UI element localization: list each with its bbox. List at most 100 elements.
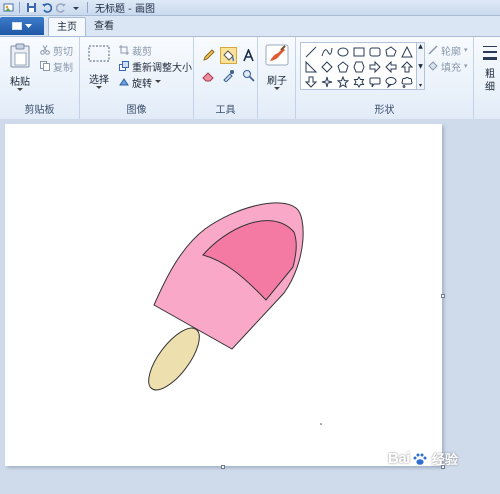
paw-logo-icon — [412, 452, 427, 466]
select-label: 选择 — [89, 75, 109, 86]
redo-icon[interactable] — [55, 2, 67, 14]
arrow-down-icon — [304, 76, 317, 88]
rounded-rect-shape[interactable] — [367, 44, 382, 59]
fill-label: 填充 — [441, 62, 461, 74]
rotate-button[interactable]: 旋转 — [119, 75, 161, 90]
arrow-right-shape[interactable] — [367, 59, 382, 74]
line-shape[interactable] — [303, 44, 318, 59]
clipboard-group-label: 剪贴板 — [24, 105, 55, 116]
title-separator — [19, 2, 20, 13]
watermark-brand: Bai — [388, 450, 410, 467]
magnifier-tool[interactable] — [240, 67, 257, 84]
callout-oval-shape[interactable] — [383, 74, 398, 89]
shapes-group: ▲ ▼ ▾ 轮廓 ▾ 填充 ▾ 形状 — [296, 37, 474, 119]
fill-icon — [223, 50, 235, 62]
eraser-icon — [202, 72, 214, 82]
star6-shape[interactable] — [351, 74, 366, 89]
rounded-rectangle-icon — [369, 47, 380, 56]
right-triangle-icon — [305, 60, 317, 72]
tools-group: 工具 — [194, 37, 258, 119]
tools-group-label: 工具 — [215, 105, 236, 116]
pencil-icon — [203, 49, 215, 61]
brush-icon — [265, 44, 289, 66]
pentagon-icon — [336, 60, 349, 72]
oval-shape[interactable] — [335, 44, 350, 59]
size-label: 粗细 — [485, 69, 495, 93]
outline-icon — [428, 45, 438, 55]
brushes-group: 刷子 — [258, 37, 296, 119]
callout-rounded-shape[interactable] — [367, 74, 382, 89]
file-menu-button[interactable] — [0, 17, 44, 35]
cloud-callout-icon — [401, 76, 412, 88]
hexagon-shape[interactable] — [351, 59, 366, 74]
star4-shape[interactable] — [319, 74, 334, 89]
cut-label: 剪切 — [53, 46, 73, 58]
paste-button[interactable]: 粘贴 — [6, 43, 34, 92]
tab-view[interactable]: 查看 — [86, 17, 122, 36]
chevron-down-icon — [96, 86, 102, 89]
paste-label: 粘贴 — [10, 77, 30, 88]
arrow-left-shape[interactable] — [383, 59, 398, 74]
image-group: 选择 裁剪 重新调整大小 旋转 图像 — [80, 37, 194, 119]
oval-icon — [337, 47, 348, 56]
right-triangle-shape[interactable] — [303, 59, 318, 74]
curve-shape[interactable] — [319, 44, 334, 59]
arrow-up-icon — [400, 60, 413, 72]
hexagon-icon — [352, 61, 365, 72]
scissors-icon — [40, 45, 50, 55]
file-menu-icon — [12, 22, 22, 30]
tab-home[interactable]: 主页 — [48, 17, 86, 37]
watermark-suffix: 经验 — [431, 452, 458, 467]
size-button[interactable]: 粗细 — [480, 43, 500, 94]
arrow-down-shape[interactable] — [303, 74, 318, 89]
outline-button[interactable]: 轮廓 ▾ — [428, 43, 468, 58]
resize-label: 重新调整大小 — [132, 62, 192, 74]
fill-tool[interactable] — [220, 47, 237, 64]
customize-quick-access-icon[interactable] — [70, 2, 82, 14]
resize-icon — [119, 61, 129, 71]
diamond-shape[interactable] — [319, 59, 334, 74]
pentagon-shape[interactable] — [335, 59, 350, 74]
color-picker-tool[interactable] — [220, 67, 237, 84]
pencil-tool[interactable] — [200, 47, 217, 64]
triangle-icon — [400, 45, 413, 57]
chevron-down-icon — [155, 80, 161, 83]
scroll-down-icon[interactable]: ▼ — [418, 63, 423, 70]
canvas-workspace — [0, 119, 500, 494]
baidu-jingyan-watermark: Bai 经验 — [388, 449, 458, 468]
chevron-down-icon — [274, 87, 280, 90]
line-icon — [305, 46, 316, 57]
chevron-down-icon: ▾ — [464, 46, 468, 54]
resize-handle-right[interactable] — [441, 294, 445, 298]
rectangle-shape[interactable] — [351, 44, 366, 59]
color-picker-icon — [223, 70, 234, 82]
select-button[interactable]: 选择 — [85, 43, 113, 90]
eraser-tool[interactable] — [200, 67, 217, 84]
chevron-down-icon — [17, 88, 23, 91]
crop-icon — [119, 45, 129, 55]
star5-shape[interactable] — [335, 74, 350, 89]
polygon-shape[interactable] — [383, 44, 398, 59]
drawing-canvas[interactable] — [5, 124, 442, 466]
icecream-drawing — [148, 202, 322, 425]
triangle-shape[interactable] — [399, 44, 414, 59]
text-tool[interactable] — [240, 47, 257, 64]
copy-button[interactable]: 复制 — [40, 59, 73, 74]
gallery-expand-icon[interactable]: ▾ — [419, 82, 422, 89]
crop-button[interactable]: 裁剪 — [119, 43, 152, 58]
shapes-gallery-scroll[interactable]: ▲ ▼ ▾ — [416, 42, 425, 90]
image-group-label: 图像 — [126, 105, 147, 116]
brushes-button[interactable]: 刷子 — [262, 43, 292, 91]
scroll-up-icon[interactable]: ▲ — [418, 43, 423, 50]
arrow-up-shape[interactable] — [399, 59, 414, 74]
app-menu-icon[interactable] — [2, 2, 14, 14]
cut-button[interactable]: 剪切 — [40, 43, 73, 58]
title-bar: 无标题 - 画图 — [0, 0, 500, 16]
save-icon[interactable] — [25, 2, 37, 14]
fill-button[interactable]: 填充 ▾ — [428, 59, 468, 74]
callout-cloud-shape[interactable] — [399, 74, 414, 89]
undo-icon[interactable] — [40, 2, 52, 14]
canvas-speck — [320, 423, 322, 425]
resize-handle-bottom[interactable] — [221, 465, 225, 469]
resize-button[interactable]: 重新调整大小 — [119, 59, 192, 74]
